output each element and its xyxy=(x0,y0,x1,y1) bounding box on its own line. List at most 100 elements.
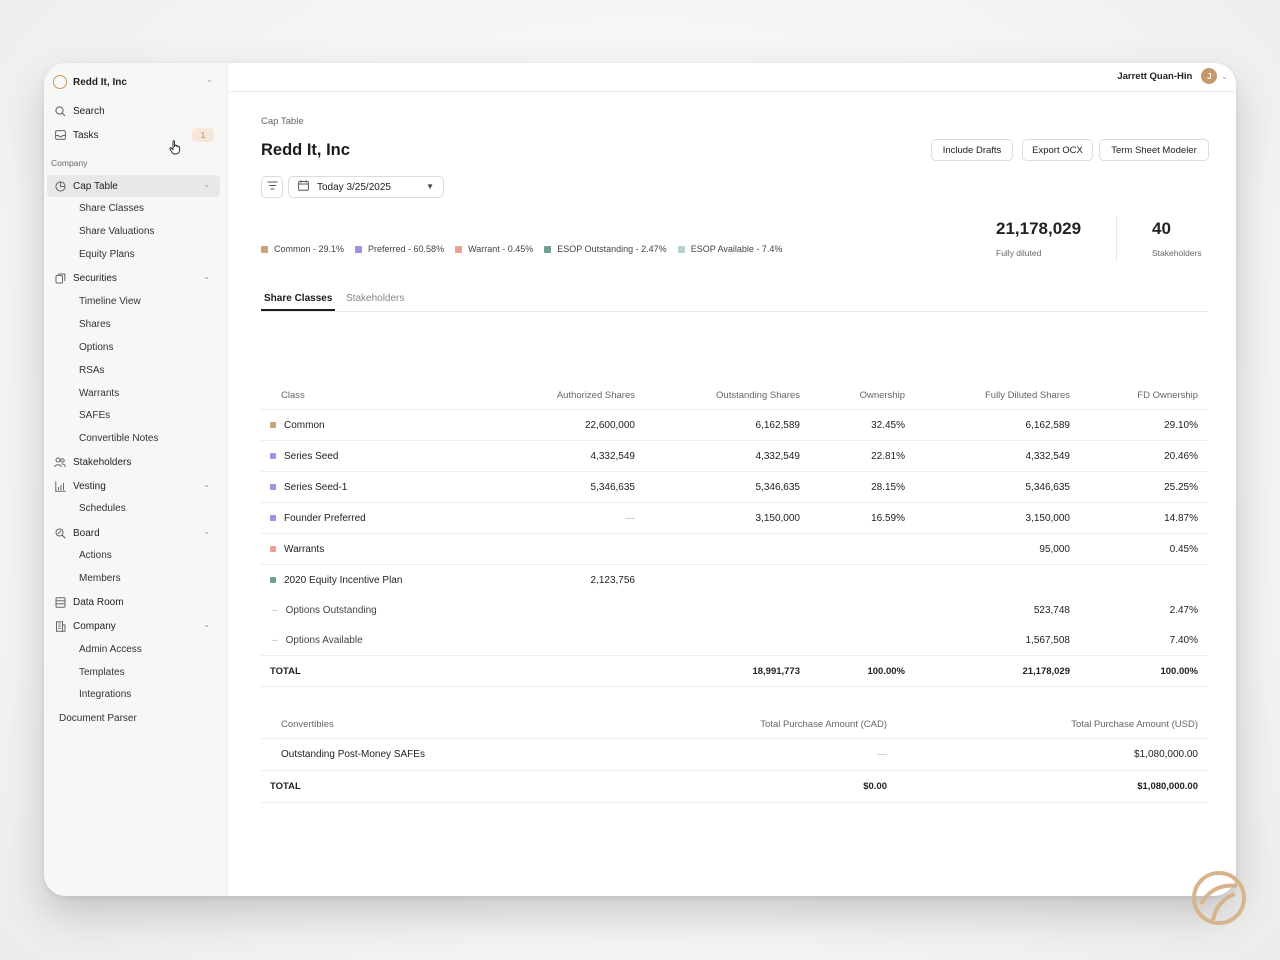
row-name-cell: – Options Available xyxy=(272,625,363,655)
sidebar-item-data-room[interactable]: Data Room xyxy=(47,591,220,613)
sidebar-item-templates[interactable]: Templates xyxy=(79,662,125,682)
row-name-cell: Series Seed-1 xyxy=(270,472,347,502)
table-row[interactable]: Founder Preferred — 3,150,000 16.59% 3,1… xyxy=(261,503,1208,534)
sidebar-item-admin-access[interactable]: Admin Access xyxy=(79,639,142,659)
cell-fd-shares: 4,332,549 xyxy=(1025,450,1071,462)
sidebar-item-share-classes[interactable]: Share Classes xyxy=(79,198,144,218)
sidebar-item-tasks[interactable]: Tasks 1 xyxy=(47,124,220,146)
row-name: Founder Preferred xyxy=(284,512,366,524)
cell-usd: $1,080,000.00 xyxy=(1134,749,1198,760)
filter-button[interactable] xyxy=(261,176,283,198)
gavel-icon xyxy=(54,527,66,539)
total-outstanding: 18,991,773 xyxy=(752,665,800,677)
sidebar-item-share-valuations[interactable]: Share Valuations xyxy=(79,221,154,241)
header-authorized: Authorized Shares xyxy=(556,390,635,401)
table-row[interactable]: 2020 Equity Incentive Plan 2,123,756 xyxy=(261,565,1208,595)
cell-fd-shares: 5,346,635 xyxy=(1025,481,1071,493)
class-color-swatch xyxy=(270,577,276,583)
brand-logo-icon xyxy=(1191,870,1247,926)
legend-item-esop-available: ESOP Available - 7.4% xyxy=(677,244,782,254)
search-icon xyxy=(54,105,66,117)
table-row[interactable]: Series Seed 4,332,549 4,332,549 22.81% 4… xyxy=(261,441,1208,472)
sidebar-item-label: Search xyxy=(73,105,105,117)
sidebar-item-shares[interactable]: Shares xyxy=(79,314,111,334)
sidebar-item-integrations[interactable]: Integrations xyxy=(79,684,131,704)
sidebar-item-document-parser[interactable]: Document Parser xyxy=(59,708,137,728)
sidebar-item-members[interactable]: Members xyxy=(79,568,121,588)
include-drafts-button[interactable]: Include Drafts xyxy=(931,139,1013,161)
sidebar-item-vesting[interactable]: Vesting ⌄ xyxy=(47,475,220,497)
cell-ownership: 16.59% xyxy=(871,512,905,524)
cell-authorized: 5,346,635 xyxy=(590,481,636,493)
main-content: Cap Table Redd It, Inc Include Drafts Ex… xyxy=(227,92,1236,896)
legend-item-preferred: Preferred - 60.58% xyxy=(355,244,444,254)
chevron-down-icon: ⌄ xyxy=(206,75,213,84)
class-color-swatch xyxy=(270,422,276,428)
table-row[interactable]: Series Seed-1 5,346,635 5,346,635 28.15%… xyxy=(261,472,1208,503)
securities-icon xyxy=(54,272,66,284)
sidebar-item-actions[interactable]: Actions xyxy=(79,545,112,565)
tasks-count-badge: 1 xyxy=(192,128,214,142)
header-fd-shares: Fully Diluted Shares xyxy=(984,390,1070,401)
cell-fd-shares: 6,162,589 xyxy=(1025,419,1071,431)
legend-item-esop-outstanding: ESOP Outstanding - 2.47% xyxy=(544,244,667,254)
table-row[interactable]: Warrants 95,000 0.45% xyxy=(261,534,1208,565)
legend-swatch xyxy=(455,245,463,253)
total-fd-ownership: 100.00% xyxy=(1160,665,1198,677)
tab-share-classes[interactable]: Share Classes xyxy=(261,287,336,311)
cell-fd-shares: 95,000 xyxy=(1039,543,1070,555)
sidebar-item-options[interactable]: Options xyxy=(79,337,113,357)
cell-fd-ownership: 7.40% xyxy=(1169,634,1198,646)
legend-swatch xyxy=(677,245,685,253)
tree-branch-icon: – xyxy=(272,634,278,646)
date-select[interactable]: Today 3/25/2025 ▼ xyxy=(288,176,444,198)
cell-fd-shares: 523,748 xyxy=(1033,604,1070,616)
sidebar: Redd It, Inc ⌄ Search Tasks 1 Company Ca… xyxy=(44,63,228,896)
caret-down-icon: ▼ xyxy=(426,182,434,191)
tree-branch-icon: – xyxy=(272,604,278,616)
sidebar-item-company[interactable]: Company ⌄ xyxy=(47,615,220,637)
cell-outstanding: 4,332,549 xyxy=(755,450,801,462)
mouse-cursor-icon xyxy=(169,140,182,160)
sidebar-item-warrants[interactable]: Warrants xyxy=(79,383,119,403)
tab-stakeholders[interactable]: Stakeholders xyxy=(346,287,404,309)
sidebar-item-search[interactable]: Search xyxy=(47,100,220,122)
company-logo-icon xyxy=(53,75,67,89)
chevron-down-icon: ⌄ xyxy=(203,180,210,189)
header-usd: Total Purchase Amount (USD) xyxy=(1071,718,1198,730)
sidebar-item-securities[interactable]: Securities ⌄ xyxy=(47,267,220,289)
term-sheet-modeler-button[interactable]: Term Sheet Modeler xyxy=(1099,139,1209,161)
stats-divider xyxy=(1116,217,1117,261)
sidebar-item-stakeholders[interactable]: Stakeholders xyxy=(47,451,220,473)
cell-authorized: 22,600,000 xyxy=(584,419,635,431)
avatar: J xyxy=(1201,68,1218,84)
table-row[interactable]: – Options Outstanding 523,748 2.47% xyxy=(261,595,1208,625)
row-name-cell: Warrants xyxy=(270,534,324,564)
sidebar-item-equity-plans[interactable]: Equity Plans xyxy=(79,244,135,264)
total-label: TOTAL xyxy=(270,665,301,677)
company-switcher[interactable]: Redd It, Inc ⌄ xyxy=(53,69,219,95)
table-row[interactable]: – Options Available 1,567,508 7.40% xyxy=(261,625,1208,656)
breadcrumb: Cap Table xyxy=(261,116,304,127)
export-ocx-button[interactable]: Export OCX xyxy=(1022,139,1093,161)
header-convertibles: Convertibles xyxy=(281,718,334,730)
sidebar-item-rsas[interactable]: RSAs xyxy=(79,360,105,380)
sidebar-item-timeline-view[interactable]: Timeline View xyxy=(79,291,141,311)
fully-diluted-value: 21,178,029 xyxy=(996,219,1082,238)
row-name: Options Outstanding xyxy=(285,604,377,616)
sidebar-item-safes[interactable]: SAFEs xyxy=(79,405,110,425)
top-bar: Jarrett Quan-Hin J ⌄ xyxy=(227,63,1236,92)
sidebar-item-cap-table[interactable]: Cap Table ⌄ xyxy=(47,175,220,197)
cell-authorized: 2,123,756 xyxy=(590,574,636,586)
table-row[interactable]: Outstanding Post-Money SAFEs — $1,080,00… xyxy=(261,739,1208,771)
sidebar-item-schedules[interactable]: Schedules xyxy=(79,498,126,518)
table-header-row: Convertibles Total Purchase Amount (CAD)… xyxy=(261,710,1208,739)
sidebar-item-convertible-notes[interactable]: Convertible Notes xyxy=(79,428,158,448)
table-row[interactable]: Common 22,600,000 6,162,589 32.45% 6,162… xyxy=(261,410,1208,441)
user-menu[interactable]: Jarrett Quan-Hin J ⌄ xyxy=(1117,68,1228,84)
sidebar-item-board[interactable]: Board ⌄ xyxy=(47,522,220,544)
row-name-cell: Common xyxy=(270,410,325,440)
date-label: Today 3/25/2025 xyxy=(317,181,391,193)
cell-fd-ownership: 0.45% xyxy=(1169,543,1198,555)
header-class: Class xyxy=(281,390,305,401)
